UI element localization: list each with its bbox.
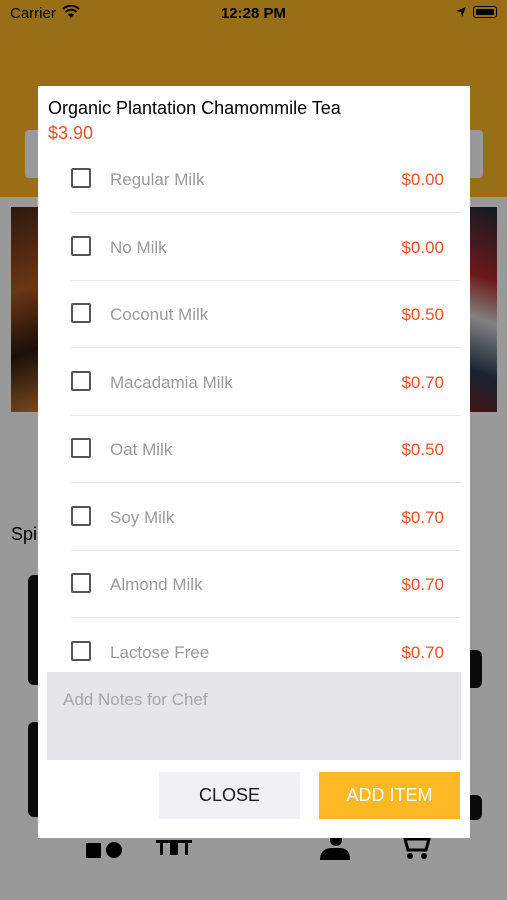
- option-row[interactable]: No Milk $0.00: [71, 214, 461, 281]
- option-label: Lactose Free: [110, 642, 210, 662]
- option-row[interactable]: Macadamia Milk $0.70: [71, 349, 461, 416]
- item-options-modal: Organic Plantation Chamommile Tea $3.90 …: [38, 86, 470, 838]
- option-label: Macadamia Milk: [110, 372, 233, 392]
- option-label: Almond Milk: [110, 575, 203, 594]
- option-price: $0.50: [401, 440, 444, 459]
- option-row[interactable]: Soy Milk $0.70: [71, 484, 461, 551]
- checkbox[interactable]: [71, 303, 91, 323]
- option-price: $0.70: [401, 575, 444, 594]
- option-label: Coconut Milk: [110, 305, 209, 324]
- option-row[interactable]: Coconut Milk $0.50: [71, 281, 461, 348]
- checkbox[interactable]: [71, 168, 91, 188]
- option-row[interactable]: Almond Milk $0.70: [71, 551, 461, 618]
- option-price: $0.00: [401, 170, 444, 189]
- checkbox[interactable]: [71, 640, 91, 661]
- checkbox[interactable]: [71, 438, 91, 458]
- option-row[interactable]: Lactose Free $0.70: [71, 619, 461, 669]
- option-price: $0.70: [401, 642, 444, 662]
- option-price: $0.70: [401, 507, 444, 527]
- option-label: Soy Milk: [110, 507, 175, 527]
- option-price: $0.50: [401, 305, 444, 324]
- option-label: Regular Milk: [110, 170, 205, 189]
- chef-notes-input[interactable]: [47, 672, 461, 760]
- close-button[interactable]: CLOSE: [159, 772, 300, 819]
- option-row[interactable]: Oat Milk $0.50: [71, 416, 461, 483]
- option-price: $0.00: [401, 237, 444, 257]
- options-list[interactable]: Regular Milk $0.00 No Milk $0.00 Coconut…: [38, 146, 470, 668]
- option-label: Oat Milk: [110, 440, 173, 459]
- item-price: $3.90: [48, 123, 94, 143]
- checkbox[interactable]: [71, 573, 91, 593]
- checkbox[interactable]: [71, 235, 91, 256]
- add-item-button[interactable]: ADD ITEM: [319, 772, 460, 819]
- checkbox[interactable]: [71, 505, 91, 526]
- checkbox[interactable]: [71, 370, 91, 391]
- option-price: $0.70: [401, 372, 444, 392]
- option-label: No Milk: [110, 237, 167, 257]
- item-title: Organic Plantation Chamommile Tea: [48, 98, 341, 118]
- option-row[interactable]: Regular Milk $0.00: [71, 146, 461, 213]
